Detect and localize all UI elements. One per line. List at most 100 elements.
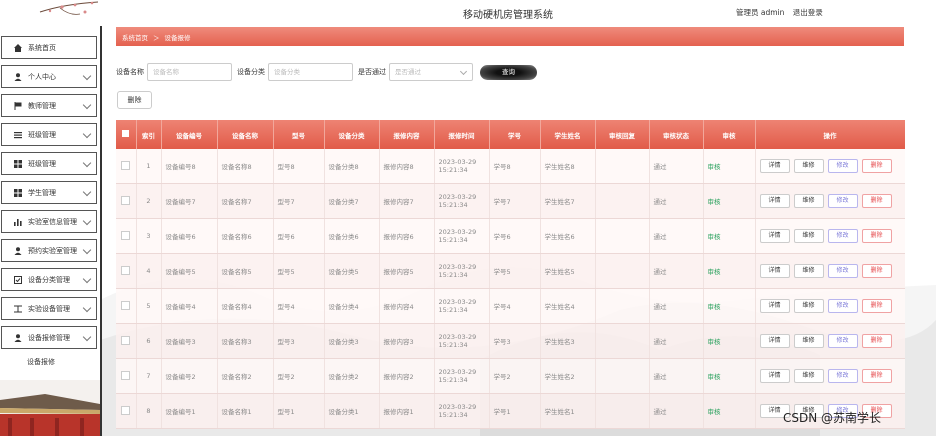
column-header: 报修内容 xyxy=(379,120,435,149)
detail-button[interactable]: 详情 xyxy=(759,299,790,313)
delete-button[interactable]: 删除 xyxy=(861,159,892,173)
sidebar-item-0[interactable]: 系统首页 xyxy=(1,36,97,59)
table-cell: 报修内容7 xyxy=(379,183,435,219)
cell-time: 2023-03-29 15:21:34 xyxy=(438,228,477,244)
sidebar-item-4[interactable]: 班级管理 xyxy=(1,152,97,175)
cell-status: 通过 xyxy=(653,233,667,241)
query-button[interactable]: 查询 xyxy=(480,64,537,80)
delete-button[interactable]: 删除 xyxy=(861,369,892,383)
row-checkbox[interactable] xyxy=(121,370,131,380)
device-name-input[interactable]: 设备名称 xyxy=(147,63,232,81)
passed-select[interactable]: 是否通过 xyxy=(389,63,473,81)
row-checkbox[interactable] xyxy=(121,405,131,415)
table-cell: 学生姓名2 xyxy=(540,358,596,394)
cell-content: 报修内容4 xyxy=(383,303,414,311)
audit-link[interactable]: 审核 xyxy=(708,233,721,241)
cell-status: 通过 xyxy=(653,163,667,171)
cell-category: 设备分类6 xyxy=(328,233,359,241)
audit-link[interactable]: 审核 xyxy=(708,408,721,416)
audit-link[interactable]: 审核 xyxy=(708,338,721,346)
cell-name: 设备名称2 xyxy=(221,373,252,381)
sidebar-item-2[interactable]: 教师管理 xyxy=(1,94,97,117)
detail-button[interactable]: 详情 xyxy=(759,159,790,173)
edit-button[interactable]: 修改 xyxy=(827,299,858,313)
sidebar-item-7[interactable]: 预约实验室管理 xyxy=(1,239,97,262)
logout-link[interactable]: 退出登录 xyxy=(793,8,823,17)
table-cell: 设备编号6 xyxy=(161,218,218,254)
repair-button[interactable]: 维修 xyxy=(793,229,824,243)
row-checkbox[interactable] xyxy=(121,335,131,345)
edit-button[interactable]: 修改 xyxy=(827,229,858,243)
detail-button[interactable]: 详情 xyxy=(759,229,790,243)
detail-button[interactable]: 详情 xyxy=(759,369,790,383)
repair-button[interactable]: 维修 xyxy=(793,299,824,313)
select-all-checkbox[interactable] xyxy=(122,130,130,137)
repair-button[interactable]: 维修 xyxy=(793,264,824,278)
breadcrumb-home[interactable]: 系统首页 xyxy=(122,32,148,42)
column-header: 操作 xyxy=(755,120,905,149)
row-checkbox[interactable] xyxy=(121,195,131,205)
cell-name: 设备名称3 xyxy=(221,338,252,346)
audit-link[interactable]: 审核 xyxy=(708,163,721,171)
table-cell: 型号6 xyxy=(273,218,325,254)
sidebar-subitem-repair[interactable]: 设备报修 xyxy=(27,355,97,369)
table-cell: 2023-03-29 15:21:34 xyxy=(434,253,490,289)
delete-button[interactable]: 删除 xyxy=(861,194,892,208)
delete-button[interactable]: 删除 xyxy=(861,229,892,243)
sidebar-item-5[interactable]: 学生管理 xyxy=(1,181,97,204)
edit-button[interactable]: 修改 xyxy=(827,194,858,208)
edit-button[interactable]: 修改 xyxy=(827,264,858,278)
actions-cell: 详情 维修 修改 删除 xyxy=(755,149,905,184)
table-cell: 学号5 xyxy=(489,253,541,289)
repair-button[interactable]: 维修 xyxy=(793,369,824,383)
detail-button[interactable]: 详情 xyxy=(759,264,790,278)
sidebar-item-8[interactable]: 设备分类管理 xyxy=(1,268,97,291)
audit-link[interactable]: 审核 xyxy=(708,373,721,381)
column-header[interactable] xyxy=(116,120,137,149)
table-cell: 2023-03-29 15:21:34 xyxy=(434,288,490,324)
row-checkbox[interactable] xyxy=(121,160,131,170)
detail-button[interactable]: 详情 xyxy=(759,194,790,208)
repair-button[interactable]: 维修 xyxy=(793,334,824,348)
repair-button[interactable]: 维修 xyxy=(793,194,824,208)
sidebar-item-label: 设备报修管理 xyxy=(28,333,70,342)
sidebar-item-1[interactable]: 个人中心 xyxy=(1,65,97,88)
delete-button[interactable]: 删除 xyxy=(861,334,892,348)
device-category-input[interactable]: 设备分类 xyxy=(268,63,353,81)
actions-cell: 详情 维修 修改 删除 xyxy=(755,288,905,324)
table-cell: 设备分类8 xyxy=(324,149,380,184)
delete-button[interactable]: 删除 xyxy=(861,264,892,278)
edit-button[interactable]: 修改 xyxy=(827,334,858,348)
audit-link[interactable]: 审核 xyxy=(708,303,721,311)
table-cell: 学号3 xyxy=(489,323,541,359)
cell-category: 设备分类7 xyxy=(328,198,359,206)
sidebar-item-3[interactable]: 班级管理 xyxy=(1,123,97,146)
cell-sname: 学生姓名1 xyxy=(544,408,575,416)
audit-link[interactable]: 审核 xyxy=(708,198,721,206)
table-cell: 型号5 xyxy=(273,253,325,289)
batch-delete-button[interactable]: 删除 xyxy=(117,91,152,109)
table-cell: 设备分类6 xyxy=(324,218,380,254)
detail-button[interactable]: 详情 xyxy=(759,334,790,348)
table-cell: 报修内容1 xyxy=(379,393,435,429)
column-header: 型号 xyxy=(273,120,325,149)
repair-button[interactable]: 维修 xyxy=(793,159,824,173)
table-cell: 2 xyxy=(136,183,162,219)
actions-cell: 详情 维修 修改 删除 xyxy=(755,218,905,254)
row-checkbox[interactable] xyxy=(121,230,131,240)
chevron-down-icon xyxy=(82,303,92,313)
edit-button[interactable]: 修改 xyxy=(827,369,858,383)
table-cell: 学号7 xyxy=(489,183,541,219)
table-row: 5 设备编号4 设备名称4 型号4 设备分类4 报修内容4 2023-03-29 15:21… xyxy=(116,288,905,324)
user-area: 管理员 admin 退出登录 xyxy=(736,7,829,18)
delete-button[interactable]: 删除 xyxy=(861,299,892,313)
sidebar-item-9[interactable]: 实验设备管理 xyxy=(1,297,97,320)
row-checkbox[interactable] xyxy=(121,265,131,275)
sidebar-item-6[interactable]: 实验室信息管理 xyxy=(1,210,97,233)
row-checkbox[interactable] xyxy=(121,300,131,310)
audit-link[interactable]: 审核 xyxy=(708,268,721,276)
table-row: 7 设备编号2 设备名称2 型号2 设备分类2 报修内容2 2023-03-29 15:21… xyxy=(116,358,905,394)
sidebar-item-10[interactable]: 设备报修管理 xyxy=(1,326,97,349)
bar-chart-icon xyxy=(14,218,22,226)
edit-button[interactable]: 修改 xyxy=(827,159,858,173)
